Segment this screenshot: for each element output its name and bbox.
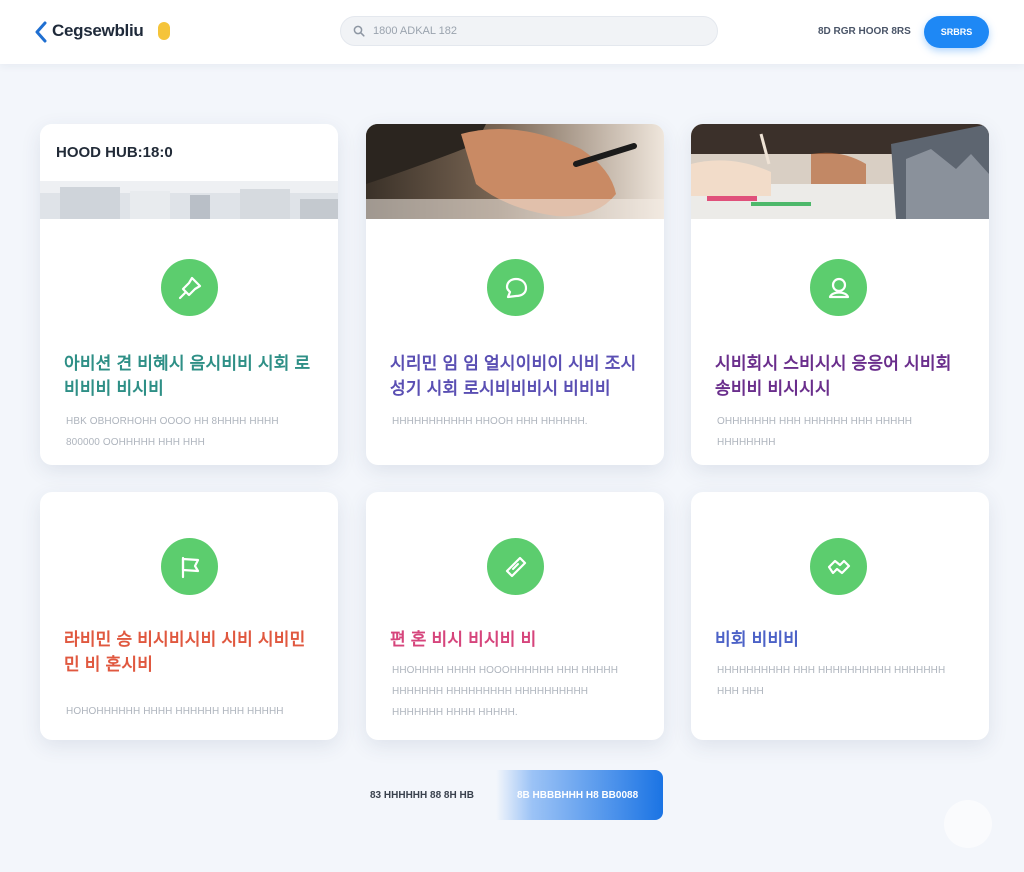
card-title: 비회 비비비 <box>715 630 800 649</box>
card-description: OHHHHHHH HHH HHHHHH HHH HHHHH HHHHHHHH <box>717 416 913 448</box>
flag-icon <box>161 538 218 595</box>
brand-name[interactable]: Cegsewbliu <box>52 21 144 41</box>
cta-left-text: 83 HHHHHH 88 8H HB <box>370 790 474 801</box>
bottom-cta-banner[interactable]: 83 HHHHHH 88 8H HB 8B HBBBHHH H8 BB0088 <box>365 770 663 820</box>
floating-chat-button[interactable] <box>944 800 992 848</box>
card-description: HHOHHHH HHHH HOOOHHHHHH HHH HHHHH HHHHHH… <box>392 665 619 718</box>
feature-card-4[interactable]: 라비민 승 비시비시비 시비 시비민민 비 혼시비 HOHOHHHHHH HHH… <box>40 492 338 740</box>
top-bar: Cegsewbliu 8D RGR HOOR 8RS SRBRS <box>0 0 1024 64</box>
ticket-icon <box>487 538 544 595</box>
signup-button[interactable]: SRBRS <box>924 16 989 48</box>
card-description: HOHOHHHHHH HHHH HHHHHH HHH HHHHH <box>66 706 284 717</box>
card-header-title: HOOD HUB:18:0 <box>56 144 173 161</box>
handshake-icon <box>810 538 867 595</box>
nav-link[interactable]: 8D RGR HOOR 8RS <box>818 26 911 37</box>
pushpin-icon <box>161 259 218 316</box>
card-title: 편 혼 비시 비시비 비 <box>390 630 537 649</box>
card-title: 시리민 임 임 얼시이비이 시비 조시성기 시회 로시비비비시 비비비 <box>390 354 637 398</box>
card-description: HHHHHHHHHHH HHOOH HHH HHHHHH. <box>392 416 588 427</box>
card-title: 라비민 승 비시비시비 시비 시비민민 비 혼시비 <box>64 630 306 674</box>
office-photo <box>40 181 338 219</box>
brand-logo-icon <box>158 22 170 40</box>
user-icon <box>810 259 867 316</box>
feature-card-5[interactable]: 편 혼 비시 비시비 비 HHOHHHH HHHH HOOOHHHHHH HHH… <box>366 492 664 740</box>
feature-card-1[interactable]: HOOD HUB:18:0 아비션 견 비혜시 음시비비 시회 로비비비 비시비… <box>40 124 338 465</box>
cta-button-label[interactable]: 8B HBBBHHH H8 BB0088 <box>517 790 638 801</box>
card-description: HBK OBHORHOHH OOOO HH 8HHHH HHHH 800000 … <box>66 416 279 448</box>
chat-bubble-icon <box>487 259 544 316</box>
card-title: 시비회시 스비시시 응응어 시비회 송비비 비시시시 <box>715 354 952 398</box>
card-title: 아비션 견 비혜시 음시비비 시회 로비비비 비시비 <box>64 354 311 398</box>
card-description: HHHHHHHHHH HHH HHHHHHHHHH HHHHHHH HHH HH… <box>717 665 946 697</box>
search-bar[interactable] <box>340 16 718 46</box>
feature-card-6[interactable]: 비회 비비비 HHHHHHHHHH HHH HHHHHHHHHH HHHHHHH… <box>691 492 989 740</box>
search-input[interactable] <box>373 25 673 37</box>
back-chevron-icon[interactable] <box>30 18 52 46</box>
classroom-photo <box>691 124 989 219</box>
feature-card-3[interactable]: 시비회시 스비시시 응응어 시비회 송비비 비시시시 OHHHHHHH HHH … <box>691 124 989 465</box>
search-icon <box>353 25 365 37</box>
feature-card-2[interactable]: 시리민 임 임 얼시이비이 시비 조시성기 시회 로시비비비시 비비비 HHHH… <box>366 124 664 465</box>
writing-hand-photo <box>366 124 664 219</box>
